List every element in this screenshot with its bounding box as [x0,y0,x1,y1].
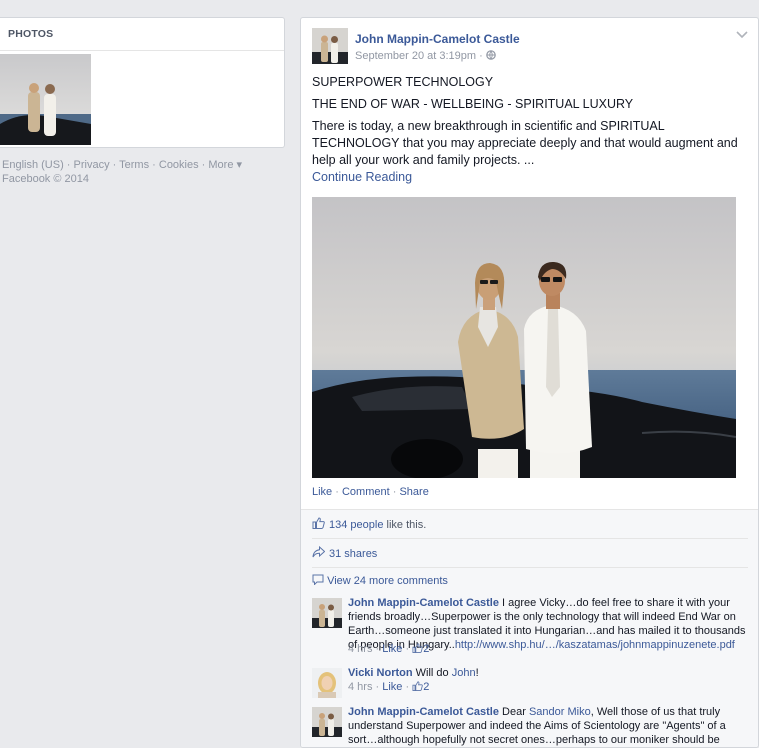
post-header: John Mappin-Camelot Castle September 20 … [312,28,748,68]
post-author[interactable]: John Mappin-Camelot Castle [355,32,520,46]
comment-body: Will do [412,667,452,679]
comment-item: John Mappin-Camelot Castle I agree Vicky… [312,596,748,656]
chevron-down-icon[interactable] [736,30,748,42]
comment-time[interactable]: 4 hrs [348,643,372,655]
commenter-avatar[interactable] [312,598,342,628]
share-button[interactable]: Share [399,486,428,498]
comment-item: Vicki Norton Will do John! 4 hrs · Like … [312,666,748,702]
comment-text: John Mappin-Camelot Castle Dear Sandor M… [348,705,748,747]
page-footer: English (US) · Privacy · Terms · Cookies… [2,158,272,186]
photos-heading[interactable]: PHOTOS [0,18,284,51]
post-photo[interactable] [312,197,736,478]
thumbs-up-icon [412,643,423,655]
continue-reading-link[interactable]: Continue Reading [312,170,412,184]
like-button[interactable]: Like [312,486,332,498]
comment-author[interactable]: John Mappin-Camelot Castle [348,597,499,609]
comment-like-button[interactable]: Like [382,681,402,693]
comment-mention[interactable]: Sandor Miko [529,706,591,718]
comment-meta: 4 hrs · Like · 2 [348,643,430,655]
post-body: SUPERPOWER TECHNOLOGY THE END OF WAR - W… [312,74,748,186]
view-more-comments[interactable]: View 24 more comments [312,574,448,587]
comment-text: Vicki Norton Will do John! [348,666,748,680]
footer-links[interactable]: English (US) · Privacy · Terms · Cookies… [2,158,272,172]
comment-author[interactable]: John Mappin-Camelot Castle [348,706,499,718]
thumbs-up-icon [412,681,423,693]
comment-like-count[interactable]: 2 [423,681,429,693]
post-actions: Like · Comment · Share [312,486,429,498]
comment-button[interactable]: Comment [342,486,390,498]
post-card: John Mappin-Camelot Castle September 20 … [300,17,759,748]
share-arrow-icon [312,541,326,567]
comment-time[interactable]: 4 hrs [348,681,372,693]
shares-link[interactable]: 31 shares [329,548,377,560]
comment-meta: 4 hrs · Like · 2 [348,681,430,693]
commenter-avatar[interactable] [312,668,342,698]
post-line-1: SUPERPOWER TECHNOLOGY [312,75,494,89]
comment-mention[interactable]: John [452,667,476,679]
feedback-section: 134 people like this. 31 shares View 24 … [301,509,758,747]
comment-body: Dear [498,706,529,718]
post-date[interactable]: September 20 at 3:19pm [355,50,476,62]
globe-icon [486,50,496,62]
comment-author[interactable]: Vicki Norton [348,667,413,679]
thumbs-up-icon [312,512,326,538]
post-text: There is today, a new breakthrough in sc… [312,118,748,186]
comment-like-count[interactable]: 2 [423,643,429,655]
author-avatar[interactable] [312,28,348,64]
post-text-body: There is today, a new breakthrough in sc… [312,119,738,167]
footer-copyright: Facebook © 2014 [2,173,89,185]
photos-box: PHOTOS [0,17,285,148]
commenter-avatar[interactable] [312,707,342,737]
photo-thumbnail[interactable] [0,54,91,145]
shares-summary: 31 shares [312,541,748,568]
view-more-comments-label[interactable]: View 24 more comments [327,575,448,587]
post-meta: September 20 at 3:19pm · [355,50,496,62]
comment-url-link[interactable]: http://www.shp.hu/…/kaszatamas/johnmappi… [455,639,735,651]
likes-summary: 134 people like this. [312,512,748,539]
post-line-2: THE END OF WAR - WELLBEING - SPIRITUAL L… [312,97,634,111]
likes-suffix: like this. [383,519,427,531]
comment-item: John Mappin-Camelot Castle Dear Sandor M… [312,705,748,747]
comment-like-button[interactable]: Like [382,643,402,655]
comment-bubble-icon [312,574,327,587]
comment-body-end: ! [475,667,479,679]
likes-count-link[interactable]: 134 people [329,519,383,531]
